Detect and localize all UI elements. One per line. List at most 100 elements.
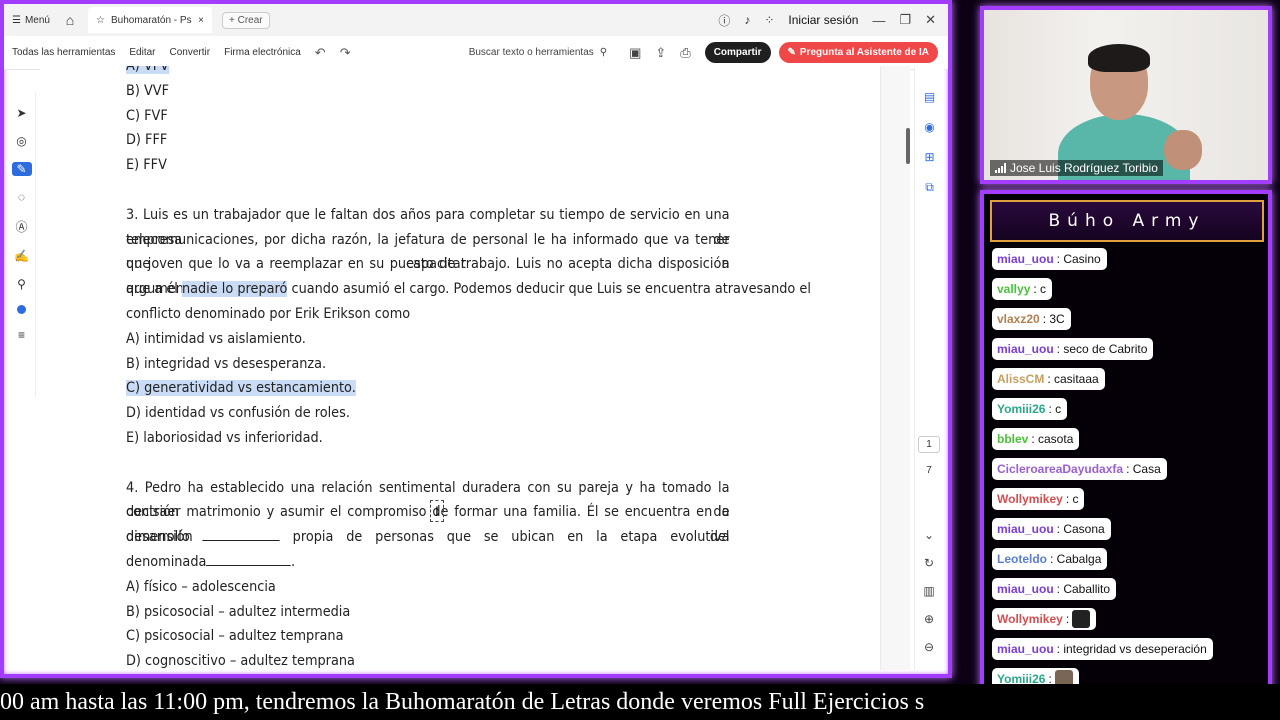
chat-username[interactable]: miau_uou — [997, 582, 1054, 596]
chat-username[interactable]: vlaxz20 — [997, 312, 1040, 326]
chat-text: : 3C — [1042, 312, 1065, 326]
q3-option-c: C) generatividad vs estancamiento. — [126, 380, 356, 397]
maximize-icon[interactable]: ❐ — [899, 12, 911, 28]
home-icon[interactable]: ⌂ — [58, 12, 82, 28]
chat-username[interactable]: miau_uou — [997, 342, 1054, 356]
webcam-nameplate: Jose Luis Rodríguez Toribio — [990, 160, 1163, 176]
search-icon: ⚲ — [599, 47, 608, 58]
pin-icon[interactable]: ⚲ — [17, 277, 26, 291]
properties-icon[interactable]: ▤ — [924, 90, 935, 104]
chat-message: CicleroareaDayudaxfa: Casa — [992, 458, 1167, 480]
left-tool-rail: ➤ ◎ ✎ ◌ Ⓐ ✍ ⚲ ≡ — [8, 92, 36, 397]
signal-icon — [995, 163, 1006, 173]
sign-icon[interactable]: ✍ — [14, 249, 29, 263]
comments-icon[interactable]: ◉ — [924, 120, 934, 134]
q4-line: contraer matrimonio y asumir el compromi… — [126, 504, 730, 546]
news-ticker: 00 am hasta las 11:00 pm, tendremos la B… — [0, 684, 1280, 720]
star-icon[interactable]: ☆ — [96, 15, 105, 26]
chat-text: : casota — [1031, 432, 1074, 446]
tool-esign[interactable]: Firma electrónica — [224, 47, 301, 58]
q4-line: 4. Pedro ha establecido una relación sen… — [126, 479, 730, 521]
chat-username[interactable]: CicleroareaDayudaxfa — [997, 462, 1123, 476]
text-cursor-icon: I — [430, 500, 444, 522]
q3-line: telecomunicaciones, por dicha razón, la … — [126, 231, 730, 273]
chat-message: miau_uou: Casona — [992, 518, 1111, 540]
scrollbar-thumb[interactable] — [906, 128, 910, 164]
q2-option-c: C) FVF — [126, 107, 168, 124]
refresh-icon[interactable]: ↻ — [924, 556, 934, 570]
ai-assistant-button[interactable]: ✎ Pregunta al Asistente de IA — [778, 42, 938, 63]
highlight-pen-icon[interactable]: ✎ — [11, 162, 32, 176]
help-icon[interactable]: ⓘ — [718, 12, 730, 29]
bookmark-icon[interactable]: ⊞ — [924, 150, 934, 164]
redo-icon[interactable]: ↷ — [340, 45, 351, 61]
q3-option-b: B) integridad vs desesperanza. — [126, 355, 327, 372]
chat-message: miau_uou: Caballito — [992, 578, 1117, 600]
save-icon[interactable]: ▣ — [629, 45, 641, 61]
chat-message: Wollymikey: — [992, 608, 1097, 630]
q3-line: 3. Luis es un trabajador que le faltan d… — [126, 206, 730, 248]
close-tab-icon[interactable]: × — [198, 15, 204, 26]
q4-option-b: B) psicosocial – adultez intermedia — [126, 603, 351, 620]
chat-username[interactable]: Wollymikey — [997, 612, 1063, 626]
comment-icon[interactable]: ◎ — [16, 134, 26, 148]
ai-icon: ✎ — [787, 47, 796, 58]
tab-document[interactable]: ☆ Buhomaratón - Psicol... × — [88, 7, 212, 33]
bell-icon[interactable]: ♪ — [744, 13, 750, 27]
chevron-down-icon[interactable]: ⌄ — [924, 528, 934, 542]
draw-icon[interactable]: ◌ — [18, 190, 25, 204]
chat-title: Búho Army — [990, 200, 1264, 242]
q4-line: desarrollo propia de personas que se ubi… — [126, 529, 730, 546]
tool-edit[interactable]: Editar — [129, 47, 155, 58]
print-icon[interactable]: ⎙ — [680, 45, 690, 61]
close-window-icon[interactable]: ✕ — [925, 12, 936, 28]
apps-grid-icon[interactable]: ⁘ — [764, 13, 774, 27]
color-dot-icon[interactable] — [17, 305, 26, 314]
upload-icon[interactable]: ⇪ — [655, 45, 666, 61]
text-select-icon[interactable]: Ⓐ — [15, 218, 27, 235]
chat-username[interactable]: miau_uou — [997, 642, 1054, 656]
chat-text: : casitaaa — [1047, 372, 1099, 386]
chat-text: : — [1065, 612, 1070, 626]
pages-icon[interactable]: ⧉ — [925, 180, 934, 195]
search-tools[interactable]: Buscar texto o herramientas ⚲ — [469, 47, 607, 58]
q4-option-c: C) psicosocial – adultez temprana — [126, 628, 344, 645]
chat-message: Yomiii26: c — [992, 398, 1068, 420]
zoom-out-icon[interactable]: ⊖ — [924, 640, 934, 654]
webcam-video: Jose Luis Rodríguez Toribio — [984, 10, 1268, 180]
tool-all-tools[interactable]: Todas las herramientas — [12, 47, 115, 58]
q3-line: conflicto denominado por Erik Erikson co… — [126, 305, 411, 322]
minimize-icon[interactable]: — — [872, 13, 885, 28]
chat-text: : c — [1048, 402, 1062, 416]
more-icon[interactable]: ≡ — [18, 328, 25, 342]
chat-username[interactable]: Wollymikey — [997, 492, 1063, 506]
chat-username[interactable]: vallyy — [997, 282, 1030, 296]
chat-username[interactable]: Yomiii26 — [997, 402, 1045, 416]
chat-message: bblev: casota — [992, 428, 1080, 450]
chat-message: vlaxz20: 3C — [992, 308, 1071, 330]
total-pages: 7 — [926, 465, 932, 476]
create-button[interactable]: + Crear — [222, 11, 270, 29]
document-icon[interactable]: ▥ — [923, 584, 934, 598]
q2-option-d: D) FFF — [126, 132, 168, 149]
webcam-panel: Jose Luis Rodríguez Toribio — [980, 6, 1272, 184]
current-page[interactable]: 1 — [918, 436, 940, 453]
share-button[interactable]: Compartir — [704, 42, 771, 63]
zoom-in-icon[interactable]: ⊕ — [924, 612, 934, 626]
signin-button[interactable]: Iniciar sesión — [788, 13, 858, 27]
q4-line: denominada. — [126, 553, 296, 570]
chat-username[interactable]: AlissCM — [997, 372, 1044, 386]
chat-username[interactable]: Leoteldo — [997, 552, 1047, 566]
chat-username[interactable]: miau_uou — [997, 252, 1054, 266]
undo-icon[interactable]: ↶ — [315, 45, 326, 61]
q2-option-b: B) VVF — [126, 82, 169, 99]
chat-username[interactable]: miau_uou — [997, 522, 1054, 536]
chat-messages: miau_uou: Casino vallyy: c vlaxz20: 3C miau… — [992, 248, 1268, 690]
tool-bar: Todas las herramientas Editar Convertir … — [4, 36, 948, 70]
q2-option-e: E) FFV — [126, 157, 167, 174]
q3-option-e: E) laboriosidad vs inferioridad. — [126, 429, 323, 446]
tool-convert[interactable]: Convertir — [170, 47, 211, 58]
chat-username[interactable]: bblev — [997, 432, 1028, 446]
select-cursor-icon[interactable]: ➤ — [16, 106, 26, 120]
menu-button[interactable]: ☰ Menú — [12, 15, 58, 26]
